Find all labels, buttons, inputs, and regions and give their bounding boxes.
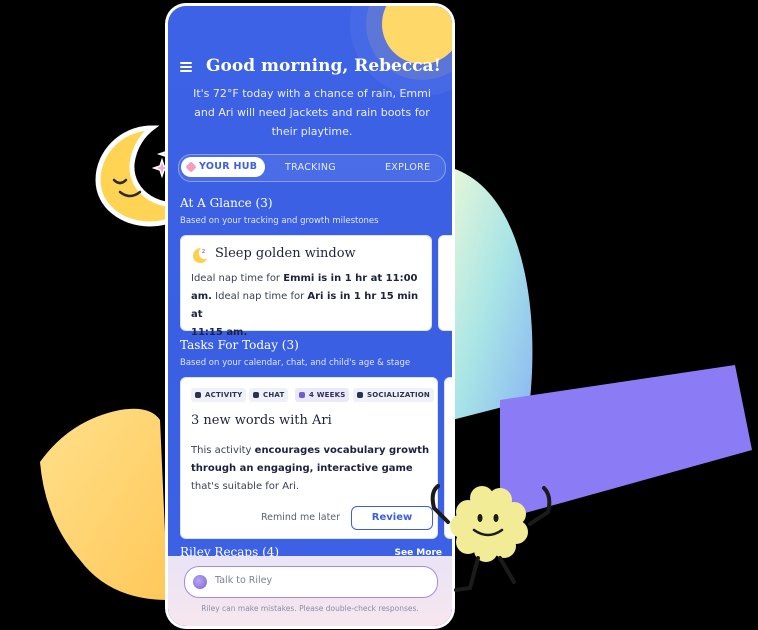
glance-card-body: Ideal nap time for Emmi is in 1 hr at 11…	[191, 273, 419, 338]
task-card-title: 3 new words with Ari	[191, 413, 332, 428]
chat-bar: Talk to Riley Riley can make mistakes. P…	[168, 556, 452, 626]
hub-icon	[185, 161, 197, 173]
riley-avatar-icon	[193, 575, 207, 589]
tab-bar: YOUR HUB TRACKING EXPLORE	[178, 154, 446, 182]
tag-4-weeks: 4 WEEKS	[295, 388, 350, 402]
tab-your-hub[interactable]: YOUR HUB	[181, 157, 266, 177]
task-card-body: This activity encourages vocabulary grow…	[191, 445, 430, 492]
glance-section-subtitle: Based on your tracking and growth milest…	[180, 216, 379, 226]
tag-activity: ACTIVITY	[191, 388, 247, 402]
tasks-section-subtitle: Based on your calendar, chat, and child'…	[180, 358, 411, 368]
tab-tracking[interactable]: TRACKING	[285, 155, 336, 181]
disclaimer-text: Riley can make mistakes. Please double-c…	[201, 604, 419, 613]
greeting-title: Good morning, Rebecca!	[206, 56, 442, 76]
yellow-blob-shape	[40, 408, 168, 600]
tab-explore[interactable]: EXPLORE	[385, 155, 430, 181]
fuzzy-mascot-icon	[430, 484, 552, 592]
tag-chat: CHAT	[249, 388, 289, 402]
task-card[interactable]: ACTIVITY CHAT 4 WEEKS SOCIALIZATION 3 ne…	[180, 377, 438, 539]
phone-screen: Good morning, Rebecca! It's 72°F today w…	[168, 6, 452, 626]
talk-to-riley-input[interactable]: Talk to Riley	[184, 566, 438, 598]
mint-arc-shape	[452, 168, 533, 420]
tab-label: YOUR HUB	[199, 161, 258, 172]
glance-card[interactable]: z Sleep golden window Ideal nap time for…	[180, 235, 432, 338]
svg-text:z: z	[202, 248, 205, 255]
tag-socialization: SOCIALIZATION	[353, 388, 434, 402]
remind-later-button[interactable]: Remind me later	[261, 512, 340, 523]
menu-icon[interactable]	[180, 62, 192, 72]
glance-card-title: Sleep golden window	[215, 246, 356, 261]
talk-input-placeholder: Talk to Riley	[215, 575, 273, 586]
glance-section-title: At A Glance (3)	[180, 196, 273, 210]
review-button[interactable]: Review	[351, 506, 433, 530]
glance-card-next[interactable]	[438, 235, 452, 331]
sleepy-moon-icon: z	[193, 248, 207, 263]
tasks-section-title: Tasks For Today (3)	[180, 338, 299, 352]
weather-message: It's 72°F today with a chance of rain, E…	[193, 87, 431, 138]
